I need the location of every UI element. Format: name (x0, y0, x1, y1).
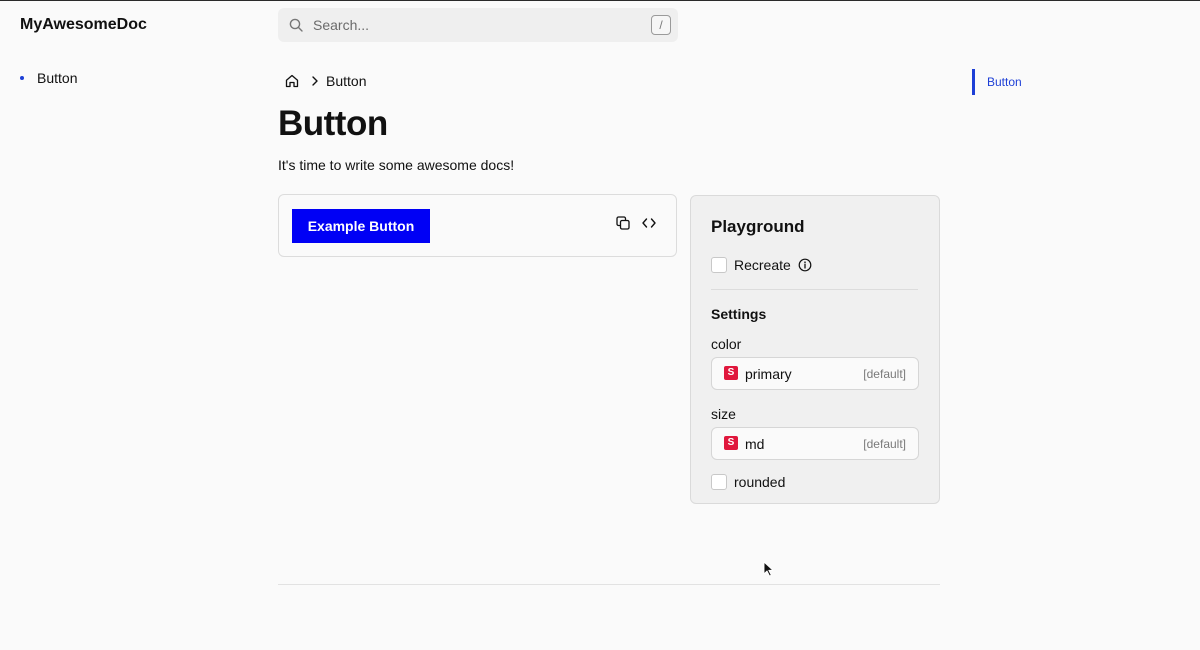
size-value: md (745, 436, 765, 452)
color-value: primary (745, 366, 792, 382)
rounded-option: rounded (711, 474, 785, 490)
default-badge: [default] (863, 437, 906, 451)
recreate-label: Recreate (734, 257, 791, 273)
bullet-icon (20, 76, 24, 80)
sidebar-item-label: Button (37, 70, 78, 86)
string-type-icon: S (724, 366, 738, 380)
page-description: It's time to write some awesome docs! (278, 157, 515, 173)
size-label: size (711, 406, 736, 422)
search-input[interactable] (311, 8, 631, 42)
example-button[interactable]: Example Button (292, 209, 430, 243)
rounded-checkbox[interactable] (711, 474, 727, 490)
playground-title: Playground (711, 217, 805, 236)
color-label: color (711, 336, 742, 352)
mouse-cursor-icon (763, 561, 774, 577)
breadcrumb-current: Button (326, 73, 367, 89)
chevron-right-icon (312, 76, 318, 86)
recreate-checkbox[interactable] (711, 257, 727, 273)
search-shortcut-key: / (651, 15, 671, 35)
color-select[interactable]: S primary [default] (711, 357, 919, 390)
sidebar-item-button[interactable]: Button (20, 70, 77, 86)
playground-divider (711, 289, 918, 290)
info-icon[interactable] (798, 258, 812, 272)
settings-heading: Settings (711, 306, 767, 322)
string-type-icon: S (724, 436, 738, 450)
code-icon[interactable] (641, 215, 657, 231)
page-title: Button (278, 104, 388, 143)
default-badge: [default] (863, 367, 906, 381)
playground-panel: Playground Recreate Settings color S pri… (690, 195, 940, 504)
recreate-option: Recreate (711, 257, 812, 273)
search-bar[interactable]: / (278, 8, 678, 42)
home-icon[interactable] (284, 73, 300, 89)
search-icon (289, 18, 303, 32)
component-preview: Example Button (278, 194, 677, 257)
breadcrumb: Button (284, 73, 366, 89)
size-select[interactable]: S md [default] (711, 427, 919, 460)
footer-divider (278, 584, 940, 585)
brand-logo[interactable]: MyAwesomeDoc (20, 16, 147, 34)
rounded-label: rounded (734, 474, 786, 490)
copy-icon[interactable] (615, 215, 631, 231)
toc-item-button[interactable]: Button (972, 69, 1022, 95)
